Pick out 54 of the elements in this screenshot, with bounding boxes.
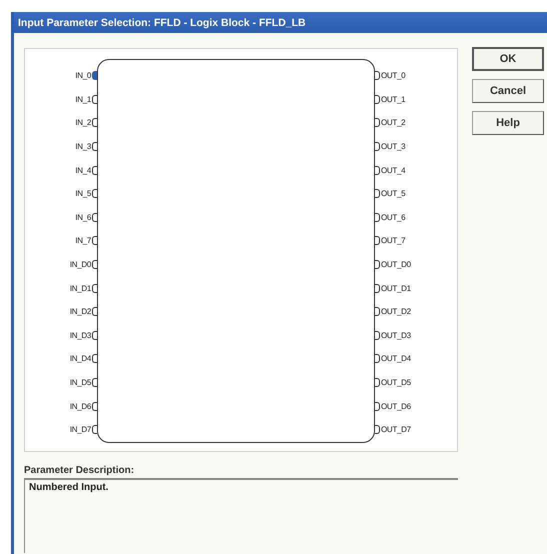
pin-label: IN_6 <box>75 212 91 222</box>
pin-label: OUT_D6 <box>381 402 411 411</box>
pin-label: IN_7 <box>75 236 91 246</box>
pin-label: OUT_6 <box>381 212 406 222</box>
pin-label: IN_1 <box>75 94 91 104</box>
pin-connector[interactable] <box>375 142 380 152</box>
pin-connector[interactable] <box>375 166 380 175</box>
pin-connector[interactable] <box>375 354 380 364</box>
pin-connector[interactable] <box>375 378 380 388</box>
pin-label: IN_D4 <box>70 354 91 364</box>
pin-label: OUT_4 <box>381 166 406 175</box>
cancel-button[interactable]: Cancel <box>472 79 544 103</box>
pin-connector[interactable] <box>375 330 380 340</box>
description-box: Numbered Input. <box>24 478 458 553</box>
pin-label: IN_0 <box>75 71 91 80</box>
pin-label: IN_3 <box>75 142 91 152</box>
help-button[interactable]: Help <box>472 111 544 135</box>
pin-connector[interactable] <box>375 71 380 80</box>
pin-label: IN_D1 <box>70 284 91 293</box>
pin-connector[interactable] <box>375 284 380 293</box>
pin-label: OUT_7 <box>381 236 406 246</box>
pin-connector[interactable] <box>375 189 380 198</box>
pin-label: IN_4 <box>75 166 91 175</box>
pin-connector[interactable] <box>375 212 380 222</box>
pin-label: OUT_1 <box>381 94 406 104</box>
pin-connector[interactable] <box>375 425 380 434</box>
pin-label: IN_2 <box>75 118 91 128</box>
pin-connector[interactable] <box>375 94 380 104</box>
pin-label: OUT_5 <box>381 189 406 198</box>
pin-label: IN_5 <box>75 189 91 198</box>
pin-label: OUT_D3 <box>381 330 411 340</box>
pin-connector[interactable] <box>375 236 380 246</box>
pin-label: IN_D5 <box>70 378 91 388</box>
pin-label: OUT_2 <box>381 118 406 128</box>
pin-label: IN_D6 <box>70 402 91 411</box>
pin-label: IN_D0 <box>70 260 91 270</box>
pin-connector[interactable] <box>375 118 380 128</box>
pin-connector[interactable] <box>375 307 380 316</box>
pin-label: OUT_D2 <box>381 307 411 316</box>
pin-label: IN_D7 <box>70 425 91 434</box>
pin-label: OUT_0 <box>381 71 406 80</box>
description-label: Parameter Description: <box>24 465 136 476</box>
pin-connector[interactable] <box>375 402 380 411</box>
pin-label: OUT_D0 <box>381 260 411 270</box>
pin-label: OUT_D4 <box>381 354 411 364</box>
pin-label: OUT_D5 <box>381 378 411 388</box>
pin-label: IN_D3 <box>70 330 91 340</box>
pin-label: OUT_D7 <box>381 425 411 434</box>
window-title: Input Parameter Selection: FFLD - Logix Block - FFLD_LB <box>14 12 547 33</box>
pin-label: OUT_D1 <box>381 284 411 293</box>
pin-connector[interactable] <box>375 260 380 270</box>
pin-label: OUT_3 <box>381 142 406 152</box>
pin-label: IN_D2 <box>70 307 91 316</box>
ok-button[interactable]: OK <box>472 47 544 71</box>
